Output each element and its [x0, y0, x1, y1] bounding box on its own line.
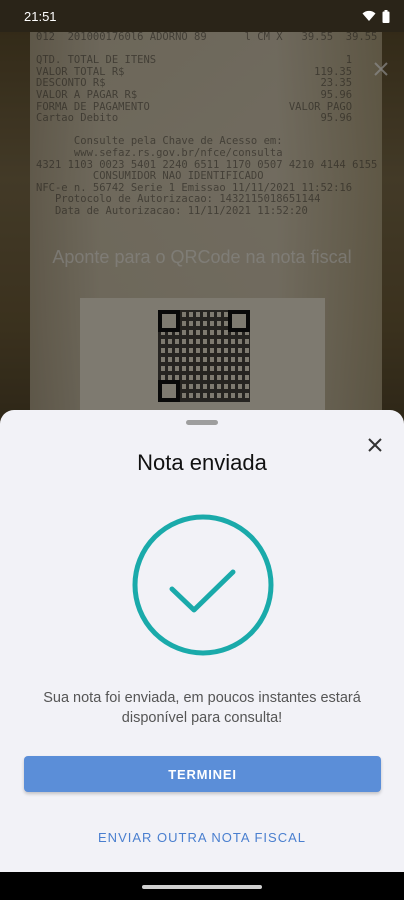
send-another-link[interactable]: ENVIAR OUTRA NOTA FISCAL [0, 830, 404, 845]
navigation-bar [0, 872, 404, 900]
home-indicator[interactable] [142, 885, 262, 889]
sheet-title: Nota enviada [137, 450, 267, 475]
check-circle-icon [132, 514, 274, 656]
bottom-sheet: Nota enviada Sua nota foi enviada, em po… [0, 410, 404, 880]
status-icons [362, 9, 390, 23]
battery-icon [382, 9, 390, 23]
terminei-button[interactable]: TERMINEI [24, 756, 381, 792]
drag-handle[interactable] [186, 420, 218, 425]
camera-scrim [0, 32, 404, 452]
success-message: Sua nota foi enviada, em poucos instante… [43, 690, 361, 726]
wifi-icon [362, 10, 376, 21]
status-time: 21:51 [24, 8, 57, 24]
status-bar: 21:51 [0, 0, 404, 32]
